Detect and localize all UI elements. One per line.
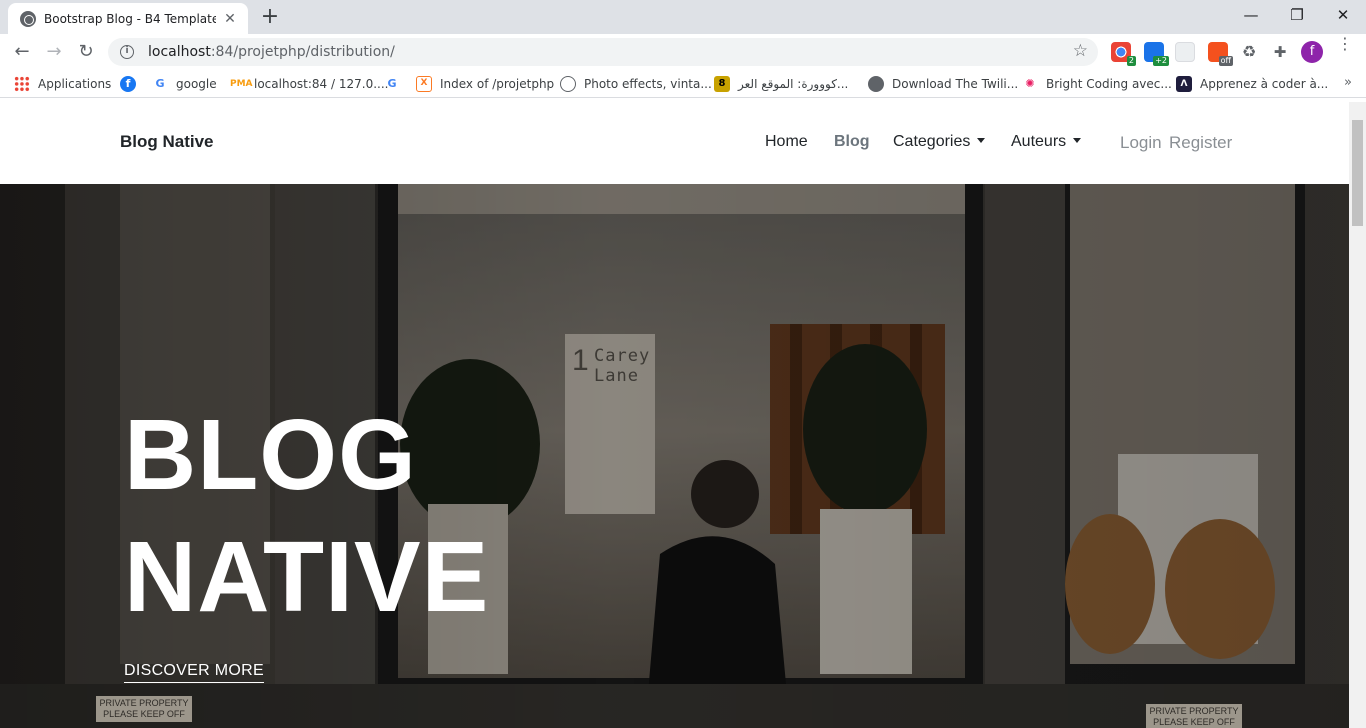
nav-home[interactable]: Home	[765, 133, 808, 151]
forward-button[interactable]: →	[40, 38, 68, 66]
bookmark-phpmyadmin[interactable]: PMA localhost:84 / 127.0....	[230, 75, 388, 93]
scrollbar-thumb[interactable]	[1352, 120, 1363, 226]
google-icon: G	[387, 77, 397, 90]
nav-categories-dropdown[interactable]: Categories	[893, 133, 986, 151]
url-text[interactable]: localhost:84/projetphp/distribution/	[148, 44, 395, 60]
hero-title-line2: NATIVE	[124, 521, 490, 633]
reload-button[interactable]: ↻	[72, 38, 100, 66]
bookmark-photo-effects[interactable]: Photo effects, vinta...	[560, 75, 712, 93]
page-scrollbar[interactable]	[1349, 102, 1366, 728]
address-bar[interactable]: i localhost:84/projetphp/distribution/ ☆	[108, 38, 1098, 66]
bookmark-twilight[interactable]: Download The Twili...	[868, 75, 1018, 93]
kooora-icon: 8	[714, 76, 730, 92]
hero-section: 1 Carey Lane PRIVATE PROPERTY PLEASE KEE…	[0, 184, 1349, 728]
bookmark-index-projetphp[interactable]: X Index of /projetphp	[416, 75, 554, 93]
bookmark-google-2[interactable]: G	[384, 75, 408, 93]
restore-button[interactable]: ❐	[1274, 0, 1320, 30]
caret-down-icon	[977, 138, 986, 143]
nav-blog[interactable]: Blog	[834, 133, 870, 151]
tab-strip: Bootstrap Blog - B4 Template by ✕ + — ❐ …	[0, 0, 1366, 34]
page-viewport: Blog Native Home Blog Categories Auteurs…	[0, 102, 1349, 728]
bookmark-kooora[interactable]: 8 كووورة: الموقع العر...	[714, 75, 848, 93]
bookmark-google[interactable]: G google	[152, 75, 216, 93]
bookmarks-bar: Applications f G google PMA localhost:84…	[0, 70, 1366, 98]
google-icon: G	[155, 77, 165, 90]
bookmark-facebook[interactable]: f	[120, 75, 144, 93]
bookmarks-overflow-icon[interactable]: »	[1344, 75, 1352, 90]
hero-title: BLOG NATIVE	[124, 394, 489, 638]
rss-ext-icon[interactable]: off	[1208, 42, 1233, 66]
sparkle-icon: ✺	[1025, 77, 1035, 90]
phpmyadmin-icon: PMA	[230, 79, 253, 89]
nav-auteurs-dropdown[interactable]: Auteurs	[1011, 133, 1082, 151]
caret-down-icon	[1073, 138, 1082, 143]
nav-register[interactable]: Register	[1169, 133, 1232, 153]
bookmark-openclassrooms[interactable]: Λ Apprenez à coder à...	[1176, 75, 1328, 93]
store-sign-line1: Carey	[594, 346, 651, 366]
xampp-icon: X	[416, 76, 432, 92]
discover-more-link[interactable]: DISCOVER MORE	[124, 662, 264, 683]
facebook-icon: f	[120, 76, 136, 92]
apps-grid-icon	[14, 76, 30, 92]
nav-login[interactable]: Login	[1120, 133, 1162, 153]
translate-ext-icon[interactable]: +2	[1144, 42, 1169, 66]
close-icon[interactable]: ✕	[222, 11, 238, 27]
new-tab-button[interactable]: +	[258, 5, 282, 29]
minimize-button[interactable]: —	[1228, 0, 1274, 30]
site-navbar: Blog Native Home Blog Categories Auteurs…	[0, 102, 1349, 184]
aperture-icon	[560, 76, 576, 92]
bookmark-applications[interactable]: Applications	[14, 75, 111, 93]
back-button[interactable]: ←	[8, 38, 36, 66]
private-property-sign-left: PRIVATE PROPERTY PLEASE KEEP OFF	[96, 696, 192, 722]
private-property-sign-right: PRIVATE PROPERTY PLEASE KEEP OFF	[1146, 704, 1242, 728]
site-brand[interactable]: Blog Native	[120, 132, 214, 152]
window-close-button[interactable]: ✕	[1320, 0, 1366, 30]
tab-title: Bootstrap Blog - B4 Template by	[44, 11, 216, 26]
puzzle-ext-icon[interactable]: ✚	[1270, 42, 1290, 62]
store-sign-line2: Lane	[594, 366, 639, 386]
profile-avatar[interactable]: f	[1301, 41, 1323, 63]
globe-icon	[868, 76, 884, 92]
recycle-ext-icon[interactable]: ♻	[1239, 42, 1259, 62]
browser-menu-icon[interactable]: ⋮	[1337, 36, 1353, 64]
browser-tab[interactable]: Bootstrap Blog - B4 Template by ✕	[8, 3, 248, 34]
bookmark-star-icon[interactable]: ☆	[1073, 41, 1088, 61]
bookmark-bright-coding[interactable]: ✺ Bright Coding avec...	[1022, 75, 1171, 93]
hero-title-line1: BLOG	[124, 399, 417, 511]
globe-icon	[20, 10, 36, 27]
chrome-ext-icon[interactable]: 2	[1111, 42, 1136, 66]
store-sign-number: 1	[572, 344, 589, 377]
blank-ext-icon[interactable]	[1175, 42, 1195, 62]
openclassrooms-icon: Λ	[1176, 76, 1192, 92]
info-icon[interactable]: i	[120, 45, 134, 59]
